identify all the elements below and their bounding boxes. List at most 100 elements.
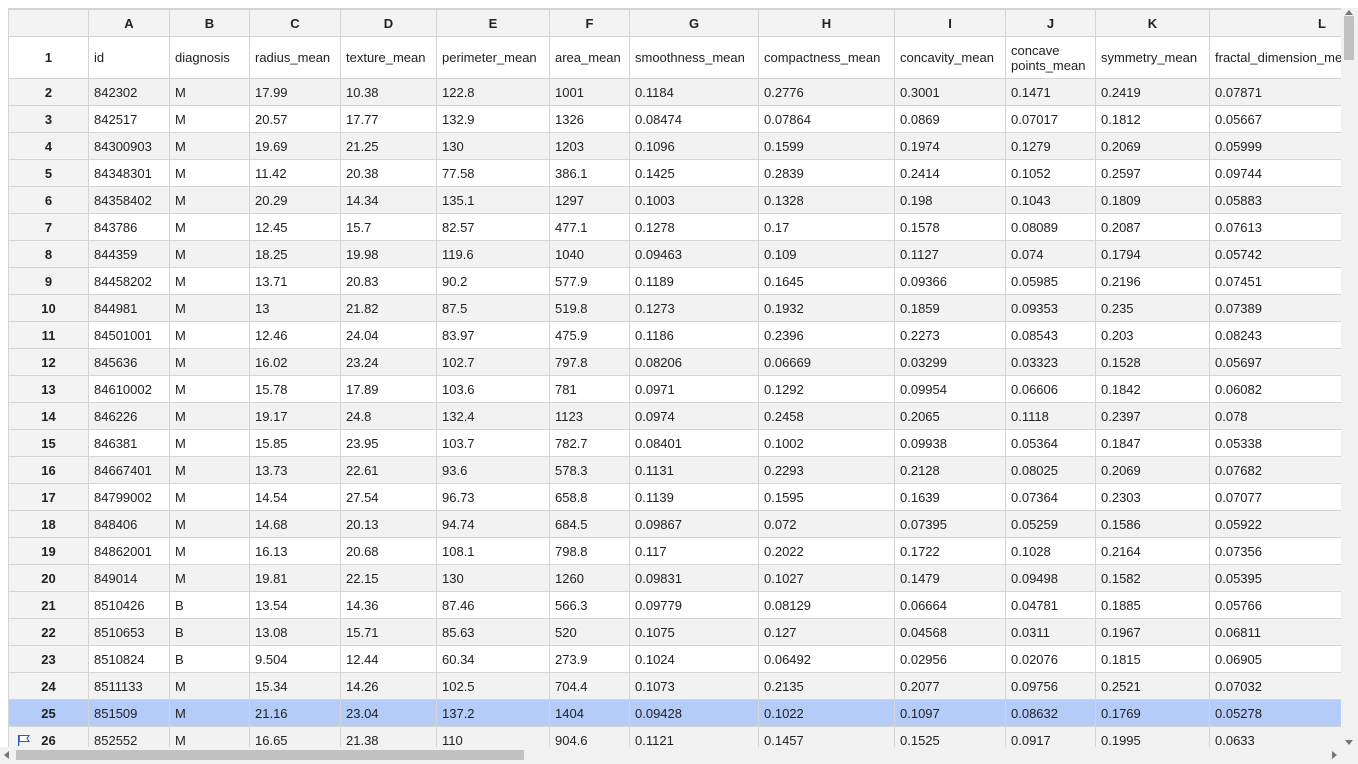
table-cell[interactable]: 0.08543 <box>1005 321 1096 349</box>
scroll-right-arrow-icon[interactable] <box>1332 751 1337 759</box>
table-cell[interactable]: 21.16 <box>249 699 341 727</box>
column-header-a[interactable]: A <box>88 9 170 37</box>
table-row[interactable]: 20 849014 M 19.81 22.15 130 1260 0.09831 0.1027 0… <box>8 564 1341 592</box>
table-cell[interactable]: 0.1425 <box>629 159 759 187</box>
table-cell[interactable]: 0.1189 <box>629 267 759 295</box>
table-cell[interactable]: 658.8 <box>549 483 630 511</box>
table-cell[interactable]: 848406 <box>88 510 170 538</box>
table-cell[interactable]: 0.08632 <box>1005 699 1096 727</box>
table-cell[interactable]: 1297 <box>549 186 630 214</box>
table-cell[interactable]: 843786 <box>88 213 170 241</box>
table-cell[interactable]: 21.38 <box>340 726 437 748</box>
table-cell[interactable]: 84862001 <box>88 537 170 565</box>
table-cell[interactable]: 24.04 <box>340 321 437 349</box>
table-cell[interactable]: M <box>169 375 250 403</box>
table-cell[interactable]: 15.78 <box>249 375 341 403</box>
table-row[interactable]: 6 84358402 M 20.29 14.34 135.1 1297 0.1003 0.132… <box>8 186 1341 214</box>
table-cell[interactable]: 22.61 <box>340 456 437 484</box>
table-row[interactable]: 7 843786 M 12.45 15.7 82.57 477.1 0.1278 0.17 0.1… <box>8 213 1341 241</box>
table-cell[interactable]: 8510824 <box>88 645 170 673</box>
table-cell[interactable]: 0.06664 <box>894 591 1006 619</box>
table-cell[interactable]: 0.1809 <box>1095 186 1210 214</box>
table-cell[interactable]: 846381 <box>88 429 170 457</box>
table-cell[interactable]: 103.6 <box>436 375 550 403</box>
column-name-cell[interactable]: smoothness_mean <box>629 36 759 79</box>
table-cell[interactable]: 519.8 <box>549 294 630 322</box>
table-cell[interactable]: 1040 <box>549 240 630 268</box>
table-cell[interactable]: 0.1457 <box>758 726 895 748</box>
table-cell[interactable]: 102.7 <box>436 348 550 376</box>
table-cell[interactable]: 0.1528 <box>1095 348 1210 376</box>
row-number[interactable]: 19 <box>8 537 89 565</box>
table-cell[interactable]: 0.05697 <box>1209 348 1341 376</box>
table-cell[interactable]: 0.078 <box>1209 402 1341 430</box>
table-cell[interactable]: 0.1859 <box>894 294 1006 322</box>
table-cell[interactable]: 0.1184 <box>629 78 759 106</box>
row-number[interactable]: 22 <box>8 618 89 646</box>
table-cell[interactable]: 0.1967 <box>1095 618 1210 646</box>
table-cell[interactable]: 0.1885 <box>1095 591 1210 619</box>
row-number[interactable]: 24 <box>8 672 89 700</box>
table-cell[interactable]: 0.074 <box>1005 240 1096 268</box>
table-cell[interactable]: 12.45 <box>249 213 341 241</box>
table-cell[interactable]: 0.198 <box>894 186 1006 214</box>
table-cell[interactable]: 0.05883 <box>1209 186 1341 214</box>
table-cell[interactable]: 0.1794 <box>1095 240 1210 268</box>
column-name-cell[interactable]: fractal_dimension_mean <box>1209 36 1341 79</box>
table-cell[interactable]: 9.504 <box>249 645 341 673</box>
table-cell[interactable]: 0.06492 <box>758 645 895 673</box>
table-cell[interactable]: 0.17 <box>758 213 895 241</box>
table-cell[interactable]: 0.06905 <box>1209 645 1341 673</box>
table-cell[interactable]: 84358402 <box>88 186 170 214</box>
table-cell[interactable]: M <box>169 456 250 484</box>
column-header-i[interactable]: I <box>894 9 1006 37</box>
table-cell[interactable]: 119.6 <box>436 240 550 268</box>
table-cell[interactable]: 130 <box>436 132 550 160</box>
table-cell[interactable]: 0.09756 <box>1005 672 1096 700</box>
table-cell[interactable]: M <box>169 321 250 349</box>
table-cell[interactable]: 0.1479 <box>894 564 1006 592</box>
table-cell[interactable]: 0.0974 <box>629 402 759 430</box>
table-cell[interactable]: 24.8 <box>340 402 437 430</box>
table-cell[interactable]: 20.83 <box>340 267 437 295</box>
table-cell[interactable]: 132.9 <box>436 105 550 133</box>
table-row[interactable]: 15 846381 M 15.85 23.95 103.7 782.7 0.08401 0.10… <box>8 429 1341 457</box>
column-name-cell[interactable]: texture_mean <box>340 36 437 79</box>
table-cell[interactable]: 0.05766 <box>1209 591 1341 619</box>
column-header-e[interactable]: E <box>436 9 550 37</box>
table-cell[interactable]: 0.2087 <box>1095 213 1210 241</box>
table-cell[interactable]: 13.73 <box>249 456 341 484</box>
table-cell[interactable]: 0.0917 <box>1005 726 1096 748</box>
table-cell[interactable]: 0.05985 <box>1005 267 1096 295</box>
table-row[interactable]: 13 84610002 M 15.78 17.89 103.6 781 0.0971 0.129… <box>8 375 1341 403</box>
table-cell[interactable]: 87.46 <box>436 591 550 619</box>
table-cell[interactable]: 1326 <box>549 105 630 133</box>
table-cell[interactable]: 0.04781 <box>1005 591 1096 619</box>
row-number[interactable]: 20 <box>8 564 89 592</box>
table-cell[interactable]: 93.6 <box>436 456 550 484</box>
table-cell[interactable]: 0.06606 <box>1005 375 1096 403</box>
vertical-scroll-thumb[interactable] <box>1344 16 1354 60</box>
row-number[interactable]: 25 <box>8 699 89 727</box>
column-name-cell[interactable]: diagnosis <box>169 36 250 79</box>
table-cell[interactable]: 14.36 <box>340 591 437 619</box>
column-header-b[interactable]: B <box>169 9 250 37</box>
table-cell[interactable]: 781 <box>549 375 630 403</box>
column-name-cell[interactable]: area_mean <box>549 36 630 79</box>
table-cell[interactable]: 904.6 <box>549 726 630 748</box>
table-cell[interactable]: 0.05742 <box>1209 240 1341 268</box>
table-cell[interactable]: 19.17 <box>249 402 341 430</box>
table-cell[interactable]: 13.08 <box>249 618 341 646</box>
table-cell[interactable]: 16.65 <box>249 726 341 748</box>
table-cell[interactable]: 0.2414 <box>894 159 1006 187</box>
table-cell[interactable]: 845636 <box>88 348 170 376</box>
table-cell[interactable]: 797.8 <box>549 348 630 376</box>
table-cell[interactable]: 21.82 <box>340 294 437 322</box>
table-cell[interactable]: 0.09938 <box>894 429 1006 457</box>
table-cell[interactable]: 14.34 <box>340 186 437 214</box>
horizontal-scrollbar[interactable] <box>0 747 1341 764</box>
table-cell[interactable]: 0.1052 <box>1005 159 1096 187</box>
table-cell[interactable]: 19.81 <box>249 564 341 592</box>
table-cell[interactable]: M <box>169 213 250 241</box>
row-number[interactable]: 21 <box>8 591 89 619</box>
